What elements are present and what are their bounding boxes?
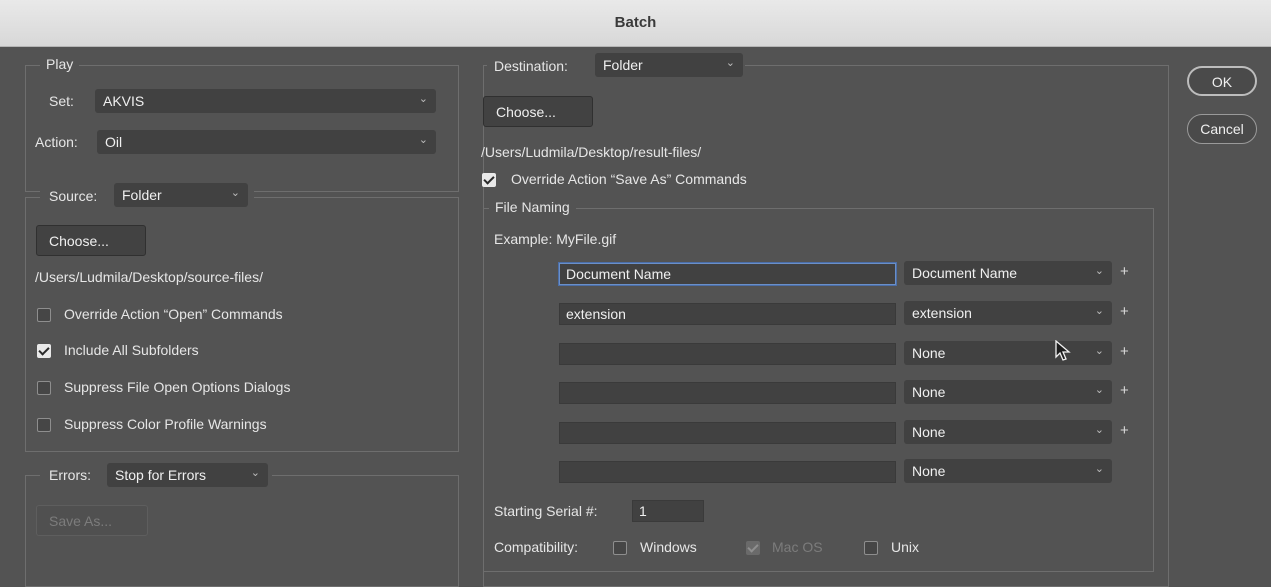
chevron-down-icon: ⌄ xyxy=(725,57,735,69)
chevron-down-icon: ⌄ xyxy=(1094,384,1104,396)
naming-field-2[interactable]: extension xyxy=(559,303,896,325)
plus-icon[interactable]: + xyxy=(1120,382,1129,399)
include-subfolders-checkbox[interactable] xyxy=(37,344,51,358)
destination-select-value: Folder xyxy=(603,57,643,73)
naming-select-6-value: None xyxy=(912,463,946,479)
chevron-down-icon: ⌄ xyxy=(1094,424,1104,436)
set-select[interactable]: AKVIS ⌄ xyxy=(95,89,436,113)
source-select-value: Folder xyxy=(122,187,162,203)
errors-select[interactable]: Stop for Errors ⌄ xyxy=(107,463,268,487)
naming-select-2-value: extension xyxy=(912,305,972,321)
suppress-color-warnings-checkbox[interactable] xyxy=(37,418,51,432)
naming-select-6[interactable]: None ⌄ xyxy=(904,459,1112,483)
chevron-down-icon: ⌄ xyxy=(1094,463,1104,475)
plus-icon[interactable]: + xyxy=(1120,303,1129,320)
naming-select-3-value: None xyxy=(912,345,946,361)
naming-field-3[interactable] xyxy=(559,343,896,365)
naming-field-5[interactable] xyxy=(559,422,896,444)
compat-macos-label: Mac OS xyxy=(772,539,823,555)
set-label: Set: xyxy=(49,93,74,109)
plus-icon[interactable]: + xyxy=(1120,343,1129,360)
chevron-down-icon: ⌄ xyxy=(418,134,428,146)
naming-select-2[interactable]: extension ⌄ xyxy=(904,301,1112,325)
naming-select-5-value: None xyxy=(912,424,946,440)
errors-label: Errors: xyxy=(49,467,91,483)
plus-icon[interactable]: + xyxy=(1120,263,1129,280)
naming-field-1[interactable]: Document Name xyxy=(559,263,896,285)
file-naming-legend: File Naming xyxy=(489,199,576,215)
naming-select-4[interactable]: None ⌄ xyxy=(904,380,1112,404)
naming-select-5[interactable]: None ⌄ xyxy=(904,420,1112,444)
mouse-pointer-icon xyxy=(1055,340,1071,361)
override-open-checkbox[interactable] xyxy=(37,308,51,322)
compat-windows-label[interactable]: Windows xyxy=(640,539,697,555)
naming-field-6[interactable] xyxy=(559,461,896,483)
compat-unix-label[interactable]: Unix xyxy=(891,539,919,555)
play-legend: Play xyxy=(40,56,80,72)
dialog-body: Play Set: AKVIS ⌄ Action: Oil ⌄ Source: … xyxy=(0,47,1271,587)
ok-button[interactable]: OK xyxy=(1187,66,1257,96)
chevron-down-icon: ⌄ xyxy=(250,467,260,479)
chevron-down-icon: ⌄ xyxy=(1094,345,1104,357)
override-save-as-checkbox[interactable] xyxy=(482,173,496,187)
action-select[interactable]: Oil ⌄ xyxy=(97,130,436,154)
suppress-color-warnings-label[interactable]: Suppress Color Profile Warnings xyxy=(64,416,267,432)
chevron-down-icon: ⌄ xyxy=(1094,305,1104,317)
include-subfolders-label[interactable]: Include All Subfolders xyxy=(64,342,199,358)
compat-windows-checkbox[interactable] xyxy=(613,541,627,555)
override-open-label[interactable]: Override Action “Open” Commands xyxy=(64,306,283,322)
destination-choose-button[interactable]: Choose... xyxy=(483,96,593,127)
destination-select[interactable]: Folder ⌄ xyxy=(595,53,743,77)
errors-select-value: Stop for Errors xyxy=(115,467,207,483)
play-group xyxy=(25,65,459,192)
file-naming-example: Example: MyFile.gif xyxy=(494,231,617,247)
source-choose-button[interactable]: Choose... xyxy=(36,225,146,256)
compat-macos-checkbox xyxy=(746,541,760,555)
suppress-open-dialogs-label[interactable]: Suppress File Open Options Dialogs xyxy=(64,379,290,395)
destination-label: Destination: xyxy=(494,58,568,74)
chevron-down-icon: ⌄ xyxy=(230,187,240,199)
action-label: Action: xyxy=(35,134,78,150)
destination-path: /Users/Ludmila/Desktop/result-files/ xyxy=(481,144,702,160)
serial-field[interactable]: 1 xyxy=(632,500,704,522)
source-path: /Users/Ludmila/Desktop/source-files/ xyxy=(35,269,263,285)
action-select-value: Oil xyxy=(105,134,123,150)
naming-field-4[interactable] xyxy=(559,382,896,404)
suppress-open-dialogs-checkbox[interactable] xyxy=(37,381,51,395)
naming-select-1[interactable]: Document Name ⌄ xyxy=(904,261,1112,285)
chevron-down-icon: ⌄ xyxy=(1094,265,1104,277)
plus-icon[interactable]: + xyxy=(1120,422,1129,439)
serial-label: Starting Serial #: xyxy=(494,503,598,519)
errors-save-as-button[interactable]: Save As... xyxy=(36,505,148,536)
override-save-as-label[interactable]: Override Action “Save As” Commands xyxy=(511,171,747,187)
naming-select-4-value: None xyxy=(912,384,946,400)
title-bar: Batch xyxy=(0,0,1271,47)
naming-select-1-value: Document Name xyxy=(912,265,1018,281)
compat-unix-checkbox[interactable] xyxy=(864,541,878,555)
naming-select-3[interactable]: None ⌄ xyxy=(904,341,1112,365)
window-title: Batch xyxy=(614,14,657,31)
chevron-down-icon: ⌄ xyxy=(418,93,428,105)
compatibility-label: Compatibility: xyxy=(494,539,579,555)
source-select[interactable]: Folder ⌄ xyxy=(114,183,248,207)
set-select-value: AKVIS xyxy=(103,93,145,109)
source-label: Source: xyxy=(49,188,98,204)
cancel-button[interactable]: Cancel xyxy=(1187,114,1257,144)
